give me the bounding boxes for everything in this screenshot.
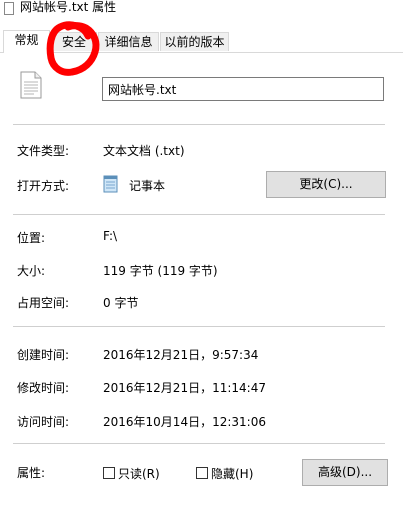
tab-details[interactable]: 详细信息 <box>98 32 159 51</box>
hidden-checkbox[interactable] <box>196 467 208 479</box>
tab-bar: 安全 详细信息 以前的版本 常规 <box>0 30 403 53</box>
accessed-label: 访问时间: <box>17 415 70 429</box>
divider <box>13 443 385 444</box>
advanced-button[interactable]: 高级(D)... <box>302 459 388 486</box>
document-icon <box>4 2 14 15</box>
modified-value: 2016年12月21日，11:14:47 <box>103 381 266 395</box>
file-name-field[interactable] <box>102 77 384 101</box>
created-label: 创建时间: <box>17 348 70 362</box>
window-title: 网站帐号.txt 属性 <box>20 0 117 14</box>
change-button[interactable]: 更改(C)... <box>266 171 386 198</box>
tab-previous-versions[interactable]: 以前的版本 <box>160 32 229 51</box>
opens-with-label: 打开方式: <box>17 179 70 193</box>
divider <box>13 326 385 327</box>
readonly-checkbox[interactable] <box>103 467 115 479</box>
tab-general[interactable]: 常规 <box>3 30 50 53</box>
readonly-label[interactable]: 只读(R) <box>118 465 160 482</box>
accessed-value: 2016年10月14日，12:31:06 <box>103 415 266 429</box>
divider <box>13 214 385 215</box>
tab-security[interactable]: 安全 <box>51 32 97 51</box>
modified-label: 修改时间: <box>17 381 70 395</box>
file-type-value: 文本文档 (.txt) <box>103 144 185 158</box>
location-label: 位置: <box>17 231 46 245</box>
hidden-label[interactable]: 隐藏(H) <box>211 465 253 482</box>
title-bar: 网站帐号.txt 属性 <box>0 0 403 24</box>
size-on-disk-value: 0 字节 <box>103 296 139 310</box>
general-panel <box>0 52 403 518</box>
location-value: F:\ <box>103 229 118 243</box>
attributes-label: 属性: <box>17 466 46 480</box>
text-file-icon <box>20 71 42 99</box>
created-value: 2016年12月21日，9:57:34 <box>103 348 259 362</box>
size-label: 大小: <box>17 264 46 278</box>
file-type-label: 文件类型: <box>17 144 70 158</box>
notepad-icon <box>103 175 118 193</box>
divider <box>13 124 385 125</box>
size-on-disk-label: 占用空间: <box>17 296 70 310</box>
size-value: 119 字节 (119 字节) <box>103 264 218 278</box>
opens-with-app: 记事本 <box>129 179 166 193</box>
